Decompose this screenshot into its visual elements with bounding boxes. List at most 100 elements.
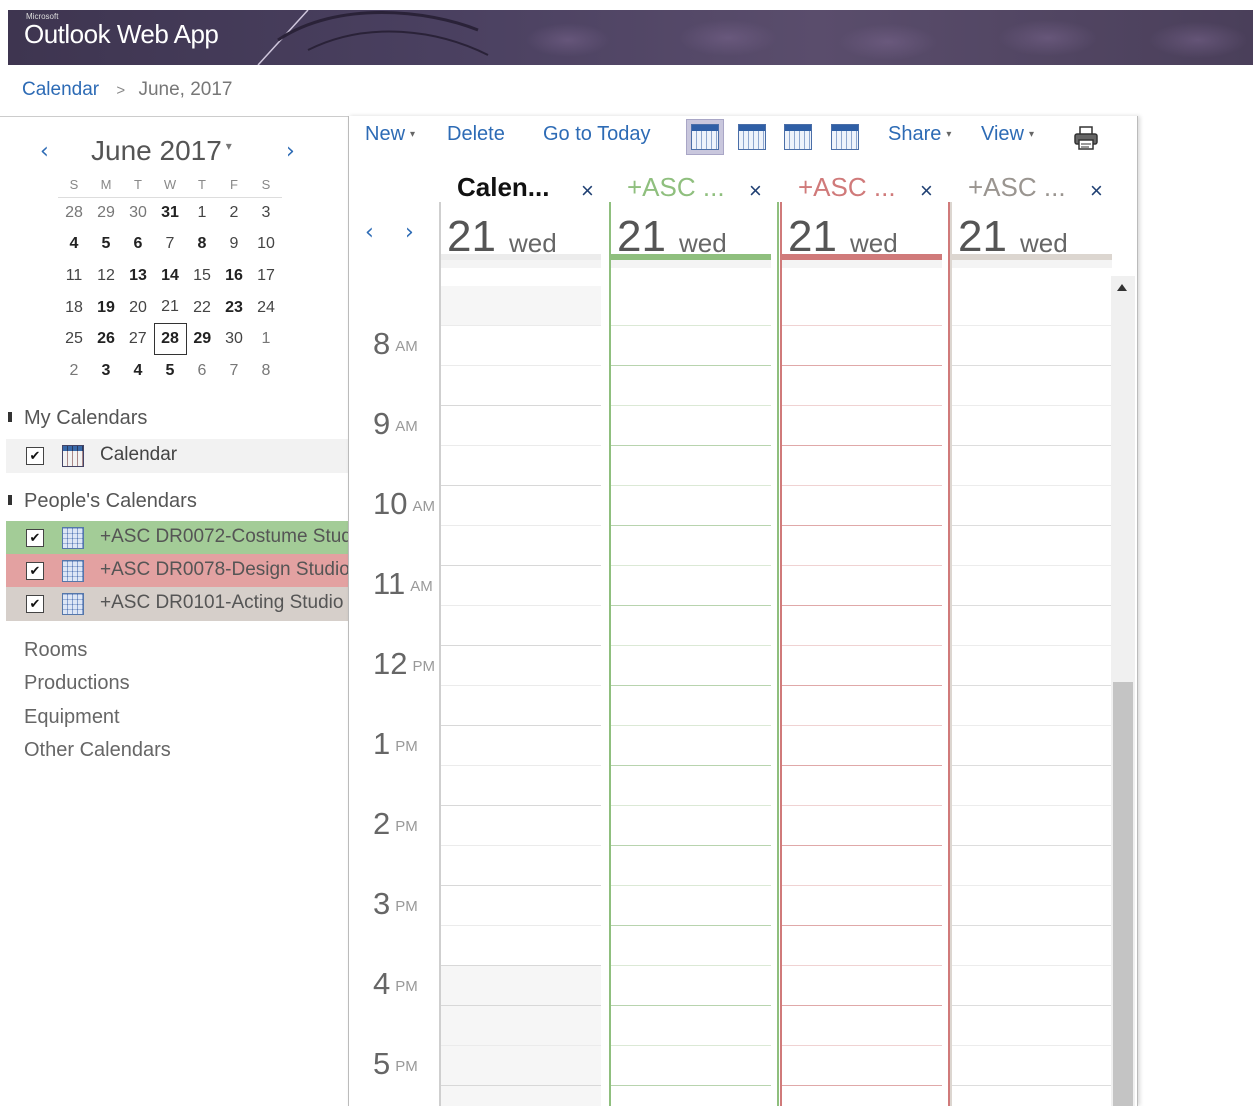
mini-calendar-day[interactable]: 2 bbox=[218, 197, 250, 229]
calendar-row-my-calendar[interactable]: ✔ Calendar bbox=[6, 439, 348, 473]
calendar-row-person-1[interactable]: ✔ +ASC DR0078-Design Studio bbox=[6, 554, 348, 588]
mini-calendar-day[interactable]: 8 bbox=[186, 229, 218, 261]
close-icon[interactable]: × bbox=[749, 178, 762, 204]
section-link-other-calendars[interactable]: Other Calendars bbox=[24, 739, 171, 762]
time-label: 9 AM bbox=[373, 406, 418, 441]
calendar-label: +ASC DR0101-Acting Studio bbox=[100, 592, 344, 613]
week-view-icon[interactable] bbox=[784, 124, 812, 150]
vertical-scrollbar[interactable] bbox=[1111, 276, 1135, 1106]
day-column: 21 wed bbox=[950, 202, 1130, 1106]
checkbox-icon[interactable]: ✔ bbox=[26, 529, 44, 547]
mini-calendar-day[interactable]: 21 bbox=[154, 292, 186, 324]
mini-calendar-day[interactable]: 31 bbox=[154, 197, 186, 229]
breadcrumb-separator: > bbox=[116, 82, 126, 99]
peoples-calendars-heading[interactable]: People's Calendars bbox=[8, 490, 197, 513]
day-view-icon[interactable] bbox=[691, 124, 719, 150]
mini-calendar-day[interactable]: 7 bbox=[218, 355, 250, 387]
previous-day-icon[interactable]: ‹ bbox=[365, 220, 374, 245]
delete-button[interactable]: Delete bbox=[447, 123, 505, 146]
day-column: 21 wed bbox=[780, 202, 950, 1106]
mini-calendar-day[interactable]: 12 bbox=[90, 260, 122, 292]
mini-calendar-day[interactable]: 3 bbox=[90, 355, 122, 387]
calendar-row-person-2[interactable]: ✔ +ASC DR0101-Acting Studio bbox=[6, 587, 348, 621]
work-week-view-icon[interactable] bbox=[738, 124, 766, 150]
mini-calendar-day[interactable]: 4 bbox=[122, 355, 154, 387]
mini-calendar-day[interactable]: 15 bbox=[186, 260, 218, 292]
mini-calendar-day[interactable]: 29 bbox=[186, 323, 218, 355]
checkbox-icon[interactable]: ✔ bbox=[26, 595, 44, 613]
mini-calendar-next-month-icon[interactable]: › bbox=[286, 139, 295, 164]
mini-calendar-day[interactable]: 1 bbox=[186, 197, 218, 229]
section-link-productions[interactable]: Productions bbox=[24, 672, 130, 695]
next-day-icon[interactable]: › bbox=[405, 220, 414, 245]
mini-calendar-day[interactable]: 25 bbox=[58, 323, 90, 355]
calendar-row-person-0[interactable]: ✔ +ASC DR0072-Costume Studio bbox=[6, 521, 348, 555]
mini-calendar-day[interactable]: 29 bbox=[90, 197, 122, 229]
close-icon[interactable]: × bbox=[920, 178, 933, 204]
mini-calendar-day[interactable]: 10 bbox=[250, 229, 282, 261]
dropdown-arrow-icon: ▾ bbox=[1029, 129, 1035, 140]
scrollbar-thumb[interactable] bbox=[1113, 682, 1133, 1106]
column-title: Calen... bbox=[457, 172, 550, 202]
mini-calendar-day[interactable]: 26 bbox=[90, 323, 122, 355]
mini-calendar-day[interactable]: 23 bbox=[218, 292, 250, 324]
month-view-icon[interactable] bbox=[831, 124, 859, 150]
mini-calendar-day[interactable]: 20 bbox=[122, 292, 154, 324]
my-calendars-heading[interactable]: My Calendars bbox=[8, 407, 147, 430]
mini-calendar-day[interactable]: 6 bbox=[186, 355, 218, 387]
time-slots[interactable] bbox=[611, 286, 771, 1106]
weekday-header: T bbox=[186, 173, 218, 198]
breadcrumb-calendar-link[interactable]: Calendar bbox=[22, 79, 99, 100]
mini-calendar-day[interactable]: 9 bbox=[218, 229, 250, 261]
close-icon[interactable]: × bbox=[1090, 178, 1103, 204]
mini-calendar-day[interactable]: 14 bbox=[154, 260, 186, 292]
mini-calendar-prev-month-icon[interactable]: ‹ bbox=[40, 139, 49, 164]
time-slots[interactable] bbox=[782, 286, 942, 1106]
mini-calendar-day[interactable]: 30 bbox=[122, 197, 154, 229]
mini-calendar-day[interactable]: 28 bbox=[153, 322, 187, 356]
mini-calendar-day[interactable]: 22 bbox=[186, 292, 218, 324]
mini-calendar-day[interactable]: 5 bbox=[90, 229, 122, 261]
mini-calendar-day[interactable]: 4 bbox=[58, 229, 90, 261]
weekday-header: S bbox=[58, 173, 90, 198]
print-icon[interactable] bbox=[1073, 125, 1099, 151]
go-to-today-button[interactable]: Go to Today bbox=[543, 123, 650, 146]
brand-logo-text[interactable]: Outlook Web App bbox=[24, 19, 219, 50]
mini-calendar-day[interactable]: 11 bbox=[58, 260, 90, 292]
checkbox-icon[interactable]: ✔ bbox=[26, 447, 44, 465]
mini-calendar-day[interactable]: 28 bbox=[58, 197, 90, 229]
section-link-rooms[interactable]: Rooms bbox=[24, 639, 87, 662]
mini-calendar-day[interactable]: 19 bbox=[90, 292, 122, 324]
weekday-header: W bbox=[154, 173, 186, 198]
checkbox-icon[interactable]: ✔ bbox=[26, 562, 44, 580]
section-link-equipment[interactable]: Equipment bbox=[24, 706, 120, 729]
share-button[interactable]: Share ▾ bbox=[888, 123, 951, 146]
mini-calendar-day[interactable]: 7 bbox=[154, 229, 186, 261]
mini-calendar-day[interactable]: 17 bbox=[250, 260, 282, 292]
close-icon[interactable]: × bbox=[581, 178, 594, 204]
time-label: 4 PM bbox=[373, 966, 418, 1001]
mini-calendar-dropdown-icon[interactable]: ▾ bbox=[226, 139, 232, 153]
mini-calendar-title[interactable]: June 2017 ▾ bbox=[91, 135, 232, 167]
mini-calendar-day[interactable]: 5 bbox=[154, 355, 186, 387]
weekday-header: F bbox=[218, 173, 250, 198]
time-slots[interactable] bbox=[952, 286, 1112, 1106]
mini-calendar-day[interactable]: 3 bbox=[250, 197, 282, 229]
mini-calendar-day[interactable]: 16 bbox=[218, 260, 250, 292]
mini-calendar-day[interactable]: 2 bbox=[58, 355, 90, 387]
dropdown-arrow-icon: ▾ bbox=[410, 129, 416, 140]
mini-calendar-day[interactable]: 18 bbox=[58, 292, 90, 324]
mini-calendar-day[interactable]: 6 bbox=[122, 229, 154, 261]
mini-calendar-day[interactable]: 30 bbox=[218, 323, 250, 355]
scroll-up-arrow-icon[interactable] bbox=[1117, 284, 1127, 291]
mini-calendar-day[interactable]: 24 bbox=[250, 292, 282, 324]
mini-calendar-day[interactable]: 13 bbox=[122, 260, 154, 292]
mini-calendar-day[interactable]: 8 bbox=[250, 355, 282, 387]
calendar-main-pane: New ▾ Delete Go to Today Share ▾ View ▾ ‹ ›… bbox=[348, 116, 1138, 1106]
new-button[interactable]: New ▾ bbox=[365, 123, 415, 146]
working-hours-area[interactable] bbox=[441, 326, 601, 966]
mini-calendar-day[interactable]: 1 bbox=[250, 323, 282, 355]
calendar-color-bar bbox=[782, 254, 942, 268]
mini-calendar-day[interactable]: 27 bbox=[122, 323, 154, 355]
view-button[interactable]: View ▾ bbox=[981, 123, 1034, 146]
